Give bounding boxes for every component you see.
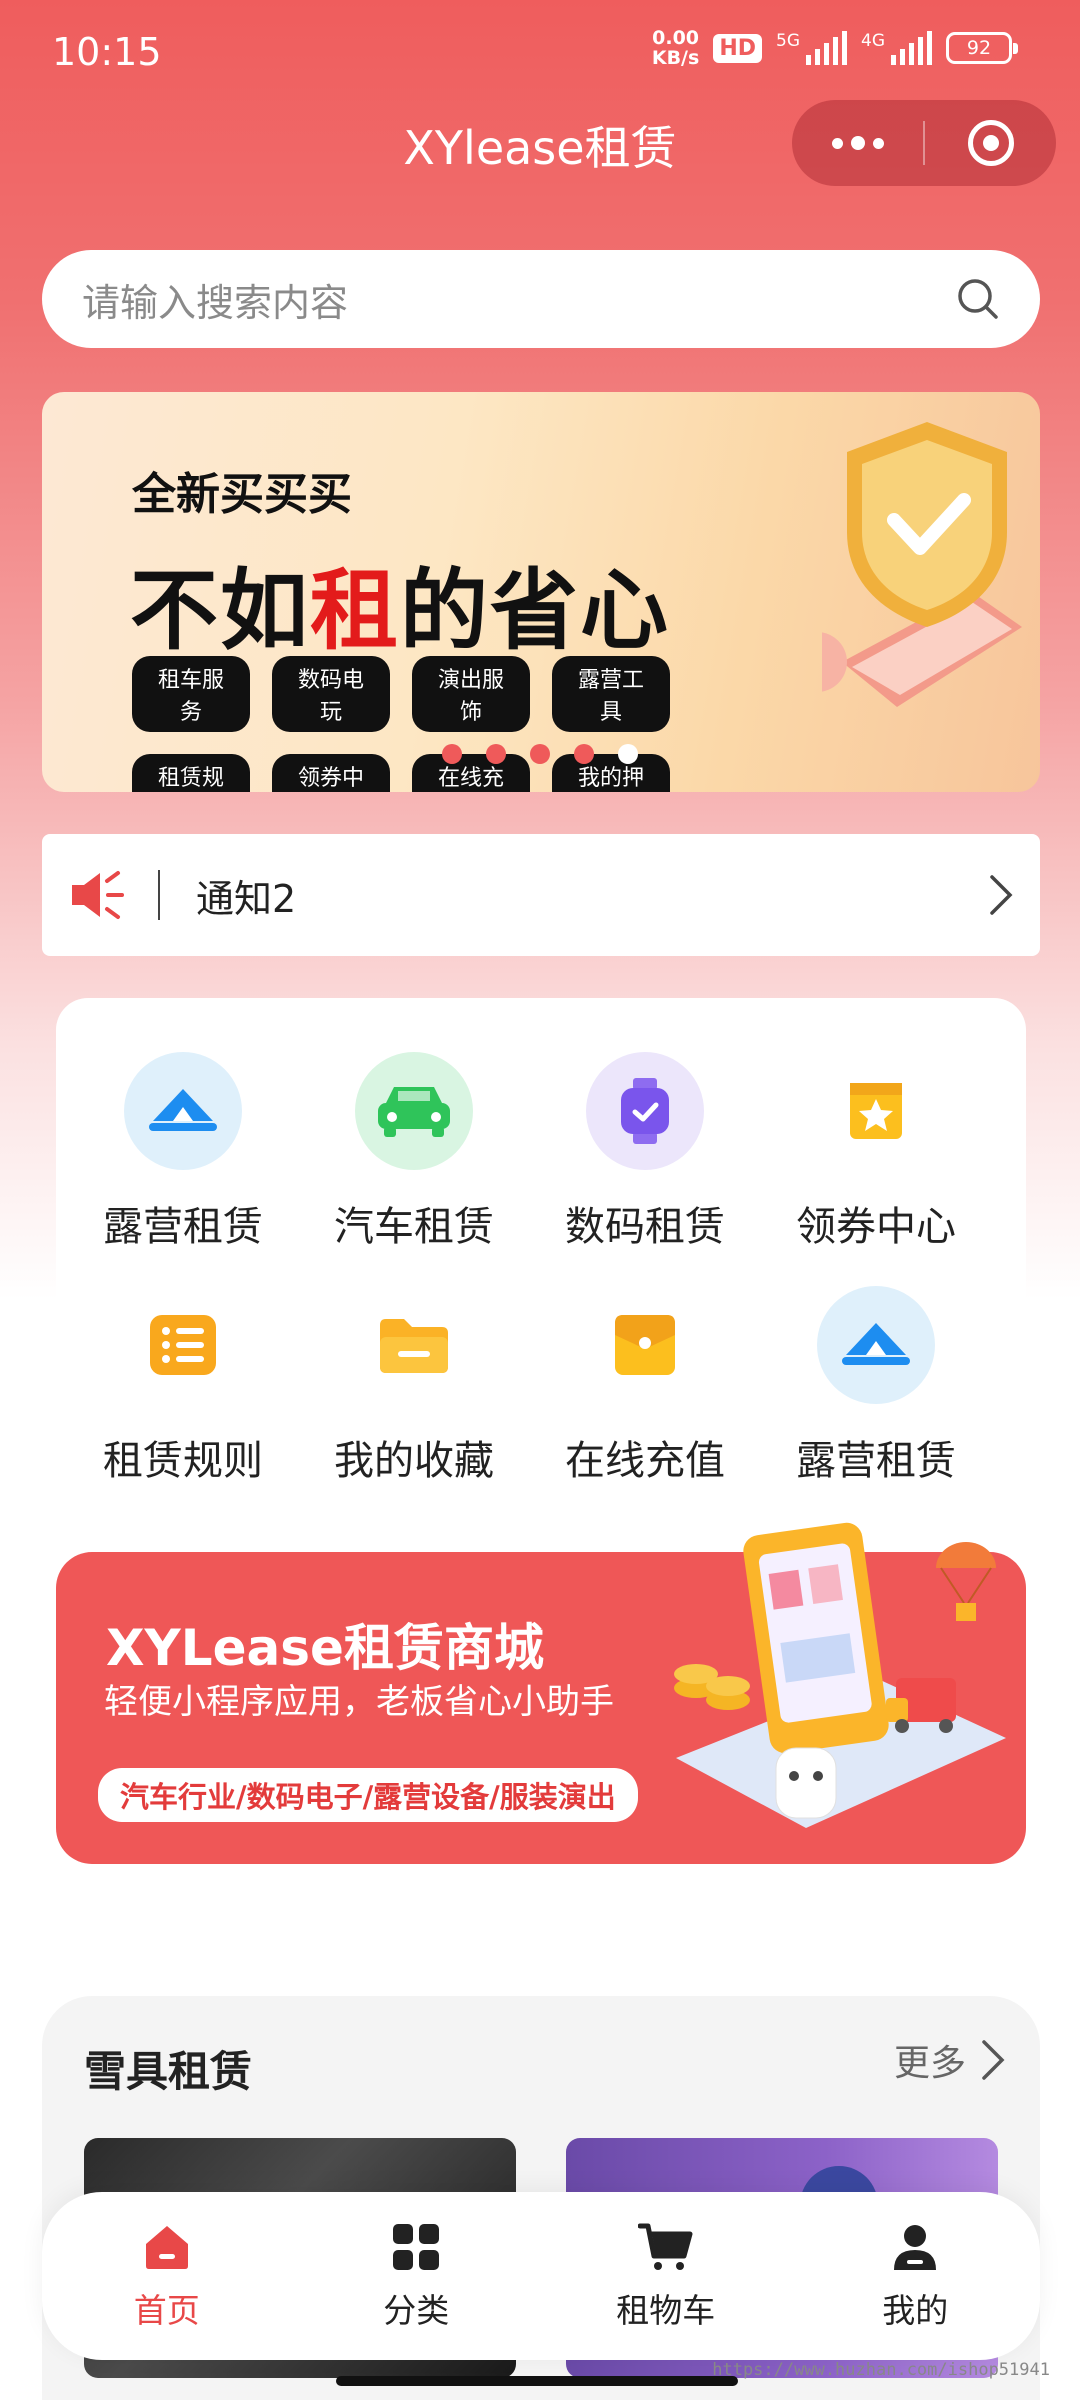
section-title: 雪具租赁 [84,2047,253,2096]
search-input[interactable]: 请输入搜索内容 [42,250,1040,348]
status-time: 10:15 [52,30,162,74]
more-link[interactable]: 更多 [894,2034,1006,2086]
tent-icon [124,1052,242,1170]
folder-icon [355,1286,473,1404]
chevron-right-icon [982,2040,1005,2080]
tab-category[interactable]: 分类 [292,2192,542,2360]
list-icon [124,1286,242,1404]
cart-icon [637,2223,693,2270]
banner-line1: 全新买买买 [132,469,352,520]
hd-badge: HD [713,33,762,63]
banner-tag: 租赁规则 [132,754,250,792]
user-icon [894,2225,937,2270]
status-icons: 0.00 KB/s HD 5G 4G 92 [651,27,1018,69]
banner-tag: 数码电玩 [272,656,390,732]
speaker-icon [72,871,124,919]
banner-tag: 租车服务 [132,656,250,732]
promo-categories: 汽车行业/数码电子/露营设备/服装演出 [98,1768,638,1822]
shopping-illustration-icon [674,1522,1006,1828]
banner-tag: 领券中心 [272,754,390,792]
category-grid: 露营租赁 汽车租赁 数码租赁 领券中心 租赁规则 我的收藏 在线充值 露营租赁 [56,998,1026,1488]
notice-text: 通知2 [196,876,297,921]
grid-item-coupon[interactable]: 领券中心 [761,1052,991,1252]
promo-banner[interactable]: XYLease租赁商城 轻便小程序应用，老板省心小助手 汽车行业/数码电子/露营… [56,1522,1026,1864]
banner-tags: 租车服务 数码电玩 演出服饰 露营工具 租赁规则 领券中心 在线充值 我的押金 [132,656,692,792]
tab-mine[interactable]: 我的 [791,2192,1041,2360]
home-indicator [336,2376,738,2386]
miniprogram-capsule [792,100,1056,186]
envelope-icon [586,1286,704,1404]
grid-item-camping[interactable]: 露营租赁 [68,1052,298,1252]
car-icon [355,1052,473,1170]
net-speed: 0.00 KB/s [651,27,700,69]
home-icon [145,2226,188,2269]
grid-item-camping-2[interactable]: 露营租赁 [761,1286,991,1486]
shield-check-icon [822,422,1022,707]
grid-item-digital[interactable]: 数码租赁 [530,1052,760,1252]
grid-item-rules[interactable]: 租赁规则 [68,1286,298,1486]
close-miniprogram-button[interactable] [925,100,1056,186]
tent-icon [817,1286,935,1404]
promo-subtitle: 轻便小程序应用，老板省心小助手 [104,1682,614,1722]
promo-title: XYLease租赁商城 [106,1619,544,1677]
carousel-indicators [442,744,638,764]
banner-carousel[interactable]: 全新买买买 不如租的省心 租车服务 数码电玩 演出服饰 露营工具 租赁规则 领券… [42,392,1040,792]
grid-item-recharge[interactable]: 在线充值 [530,1286,760,1486]
chevron-right-icon [990,875,1013,915]
watch-icon [586,1052,704,1170]
signal-5g-icon: 5G [776,31,847,65]
target-icon [967,120,1014,166]
grid-item-car[interactable]: 汽车租赁 [299,1052,529,1252]
notice-bar[interactable]: 通知2 [42,834,1040,956]
more-menu-button[interactable] [792,100,923,186]
grid-icon [393,2224,440,2270]
signal-4g-icon: 4G [861,31,932,65]
tab-bar: 首页 分类 租物车 我的 [42,2192,1040,2360]
banner-tag: 露营工具 [552,656,670,732]
banner-tag: 演出服饰 [412,656,530,732]
coupon-icon [817,1052,935,1170]
tab-home[interactable]: 首页 [42,2192,292,2360]
search-placeholder: 请输入搜索内容 [82,280,349,325]
grid-item-favorites[interactable]: 我的收藏 [299,1286,529,1486]
watermark: https://www.huzhan.com/ishop51941 [712,2360,1050,2380]
banner-headline: 不如租的省心 [130,559,671,662]
tab-cart[interactable]: 租物车 [541,2192,791,2360]
search-icon [958,279,998,319]
battery-icon: 92 [946,32,1018,64]
